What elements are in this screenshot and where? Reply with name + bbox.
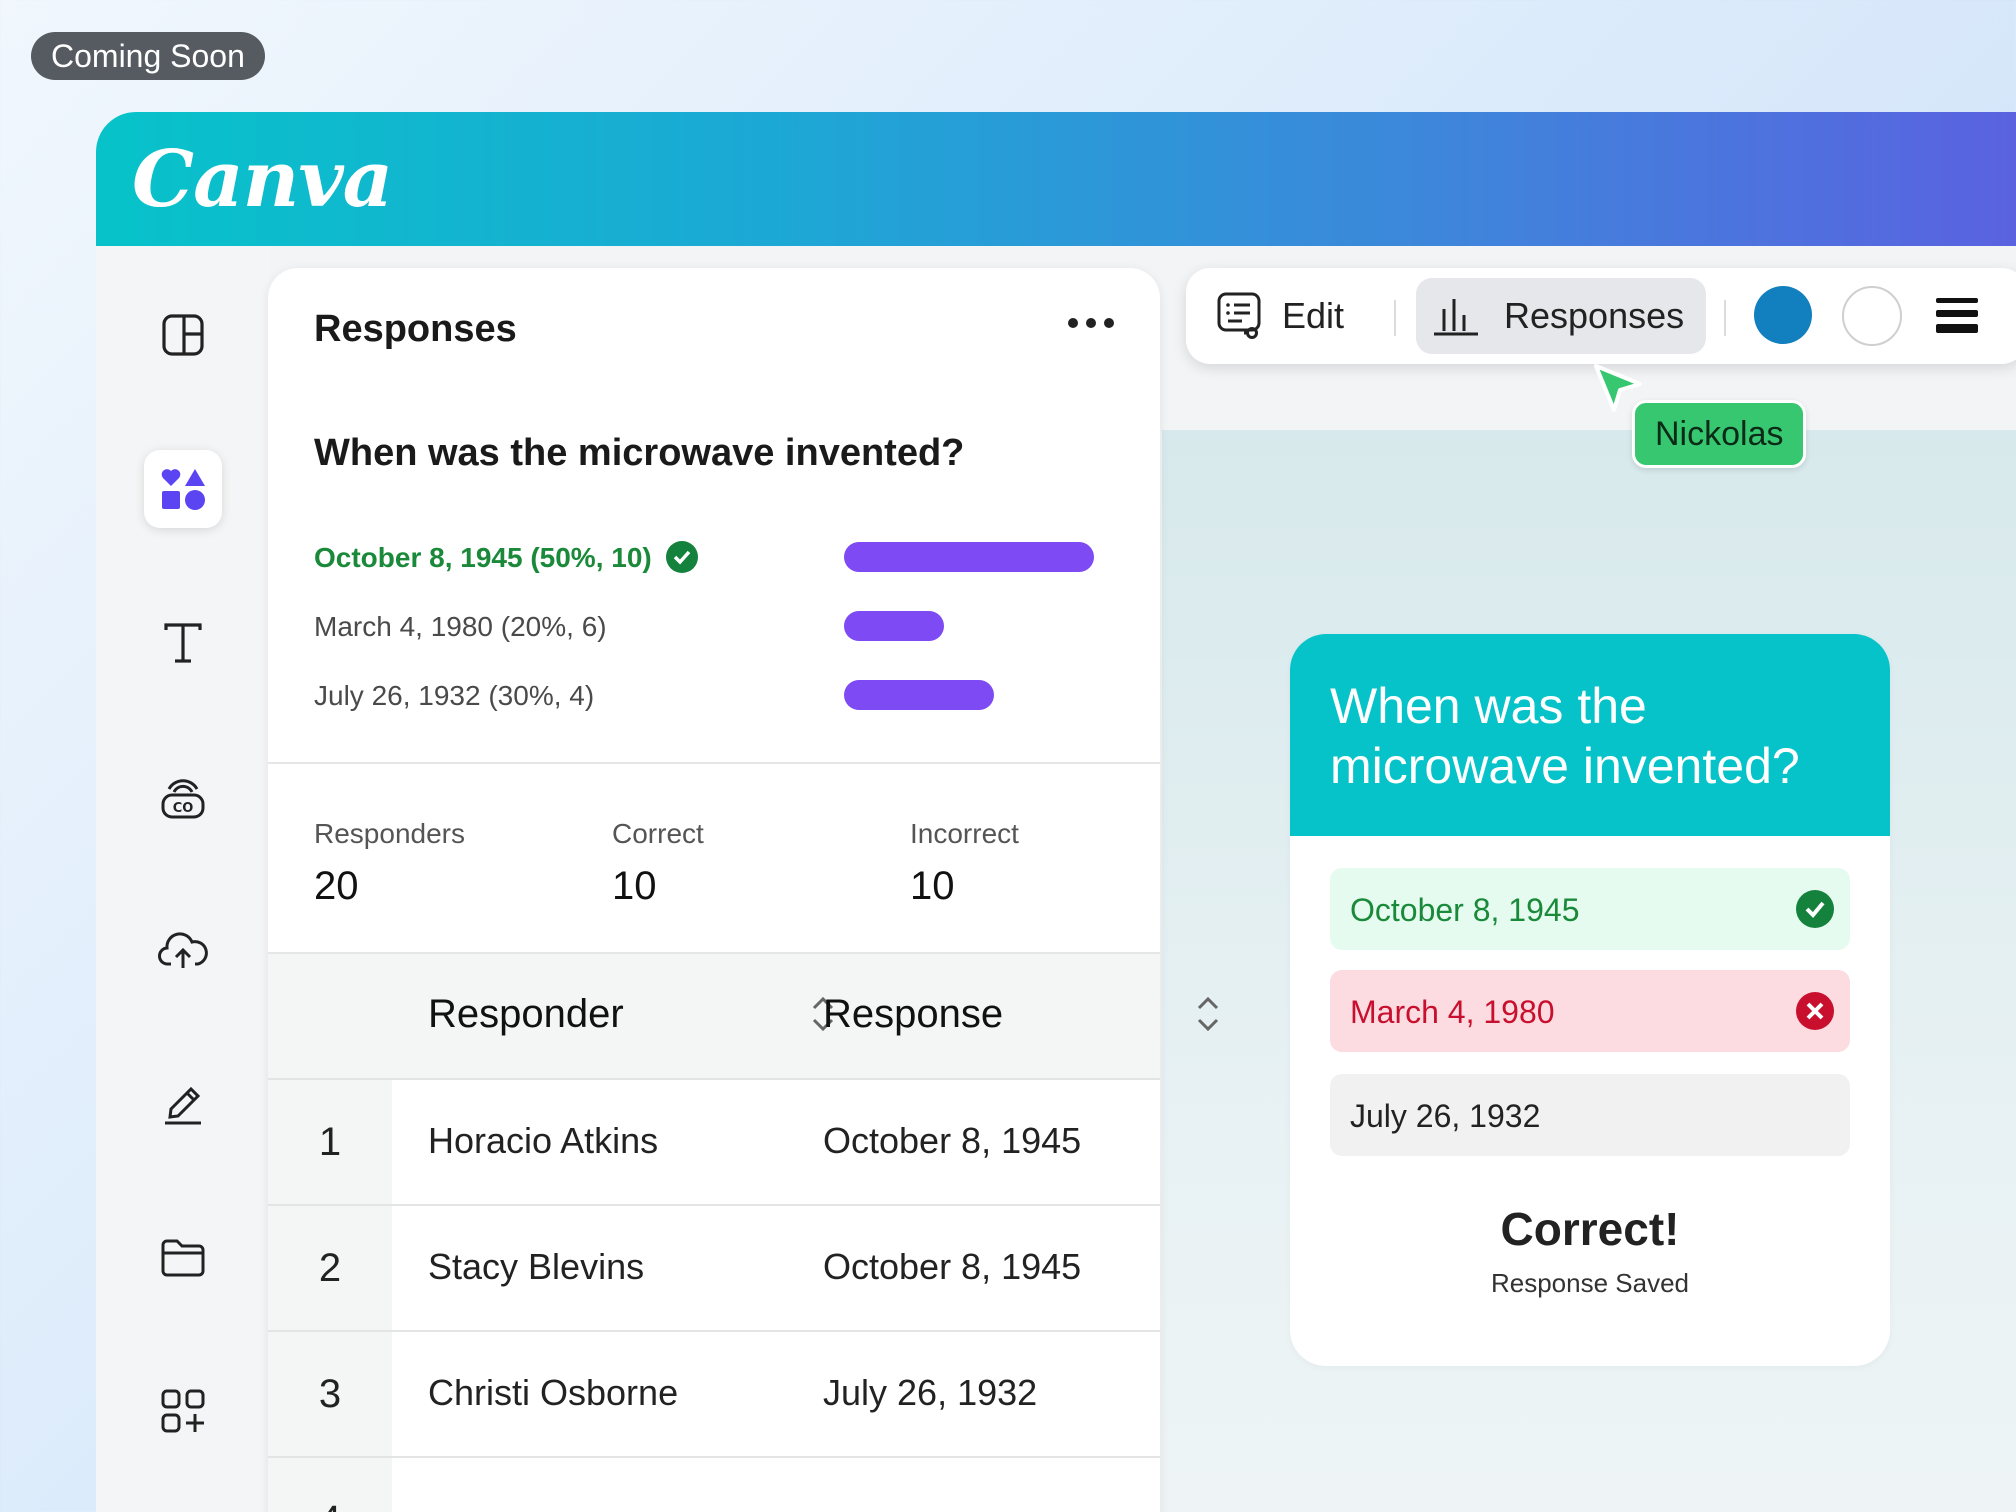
panel-question: When was the microwave invented?: [314, 432, 965, 474]
answer-row: October 8, 1945 (50%, 10): [314, 536, 1114, 576]
answer-label: March 4, 1980 (20%, 6): [314, 611, 607, 642]
response-value: October 8, 1945: [823, 1120, 1082, 1161]
sidebar-item-brand[interactable]: CO: [144, 758, 222, 836]
answer-bar: [844, 542, 1094, 572]
folder-icon: [161, 1239, 205, 1277]
close-circle-icon: [1796, 992, 1834, 1030]
responses-panel: Responses When was the microwave invente…: [268, 268, 1219, 1512]
draw-pen-icon: [165, 1086, 201, 1125]
edit-button[interactable]: Edit: [1210, 286, 1350, 346]
elements-icon: [161, 469, 205, 510]
stat-value: 10: [612, 864, 657, 908]
toolbar-divider: [1724, 300, 1726, 336]
option-text: October 8, 1945: [1350, 892, 1580, 928]
left-sidebar: CO: [96, 246, 270, 1512]
table-row[interactable]: 4: [268, 1458, 1160, 1512]
color-swatch-blue[interactable]: [1754, 286, 1812, 344]
svg-text:CO: CO: [173, 801, 194, 816]
divider: [268, 762, 1160, 764]
column-header-response[interactable]: Response: [823, 992, 1003, 1037]
more-options-button[interactable]: [1068, 318, 1114, 328]
quiz-result-subtitle: Response Saved: [1490, 1268, 1690, 1298]
quiz-result-title: Correct!: [1500, 1203, 1680, 1255]
row-number: 4: [268, 1458, 392, 1512]
responder-name: Stacy Blevins: [428, 1246, 645, 1287]
table-header: Responder Response: [268, 954, 1219, 1080]
collaborator-name-tag: Nickolas: [1632, 400, 1807, 468]
option-text: July 26, 1932: [1350, 1098, 1541, 1134]
quiz-header: When was the microwave invented?: [1290, 634, 1890, 836]
brand-icon: CO: [161, 779, 205, 819]
more-dot-icon: [1104, 318, 1114, 328]
color-swatch-white[interactable]: [1842, 286, 1902, 346]
answer-row: July 26, 1932 (30%, 4): [314, 674, 1114, 714]
answer-label: July 26, 1932 (30%, 4): [314, 680, 595, 711]
stat-responders: Responders 20: [314, 818, 465, 909]
sidebar-item-text[interactable]: [144, 604, 222, 682]
toolbar-divider: [1394, 300, 1396, 336]
quiz-option-incorrect[interactable]: March 4, 1980: [1330, 970, 1850, 1052]
sidebar-item-draw[interactable]: [144, 1064, 222, 1142]
answer-bar: [844, 611, 944, 641]
answer-label: October 8, 1945 (50%, 10): [314, 540, 698, 576]
row-number: 2: [268, 1206, 392, 1330]
stat-label: Incorrect: [910, 818, 1019, 849]
response-value: October 8, 1945: [823, 1246, 1082, 1287]
quiz-option-correct[interactable]: October 8, 1945: [1330, 868, 1850, 950]
responder-name: Horacio Atkins: [428, 1120, 659, 1161]
row-number: 1: [268, 1080, 392, 1204]
more-dot-icon: [1086, 318, 1096, 328]
canva-logo[interactable]: Canva: [132, 134, 393, 225]
bar-chart-icon: [1434, 299, 1478, 336]
floating-toolbar: Edit Responses: [1186, 268, 2016, 364]
check-circle-icon: [1796, 890, 1834, 928]
more-dot-icon: [1068, 318, 1078, 328]
table-row[interactable]: 3 Christi Osborne July 26, 1932: [268, 1332, 1160, 1458]
sidebar-item-uploads[interactable]: [144, 910, 222, 988]
cloud-upload-icon: [158, 932, 208, 968]
stat-correct: Correct 10: [612, 818, 704, 909]
responses-table: Responder Response 1 Horacio Atkins Octo…: [268, 952, 1219, 1512]
answer-row: March 4, 1980 (20%, 6): [314, 605, 1114, 645]
responses-label: Responses: [1504, 295, 1685, 336]
edit-form-icon: [1217, 292, 1261, 339]
sidebar-item-design[interactable]: [144, 296, 222, 374]
stat-label: Responders: [314, 818, 465, 849]
stat-label: Correct: [612, 818, 704, 849]
sidebar-item-projects[interactable]: [144, 1218, 222, 1296]
stat-value: 20: [314, 864, 359, 908]
response-value: July 26, 1932: [823, 1372, 1038, 1413]
table-row[interactable]: 1 Horacio Atkins October 8, 1945: [268, 1080, 1160, 1206]
stat-incorrect: Incorrect 10: [910, 818, 1019, 909]
responses-button[interactable]: Responses: [1416, 278, 1706, 354]
coming-soon-badge: Coming Soon: [31, 32, 265, 80]
edit-label: Edit: [1282, 295, 1345, 336]
row-number: 3: [268, 1332, 392, 1456]
text-icon: [164, 623, 202, 663]
stroke-weight-icon[interactable]: [1934, 292, 1980, 338]
top-bar: Canva: [96, 112, 2016, 246]
quiz-question: When was the microwave invented?: [1330, 678, 1800, 794]
option-text: March 4, 1980: [1350, 994, 1555, 1030]
apps-icon: [161, 1389, 205, 1433]
quiz-card[interactable]: When was the microwave invented? October…: [1290, 634, 1890, 1366]
answer-bar: [844, 680, 994, 710]
sidebar-item-apps[interactable]: [144, 1372, 222, 1450]
sort-icon[interactable]: [1195, 994, 1221, 1034]
panel-title: Responses: [314, 308, 517, 350]
check-circle-icon: [665, 540, 698, 573]
stat-value: 10: [910, 864, 955, 908]
responder-name: Christi Osborne: [428, 1372, 679, 1413]
design-icon: [162, 314, 204, 356]
table-row[interactable]: 2 Stacy Blevins October 8, 1945: [268, 1206, 1160, 1332]
column-header-responder[interactable]: Responder: [428, 992, 624, 1037]
sidebar-item-elements[interactable]: [144, 450, 222, 528]
quiz-option[interactable]: July 26, 1932: [1330, 1074, 1850, 1156]
